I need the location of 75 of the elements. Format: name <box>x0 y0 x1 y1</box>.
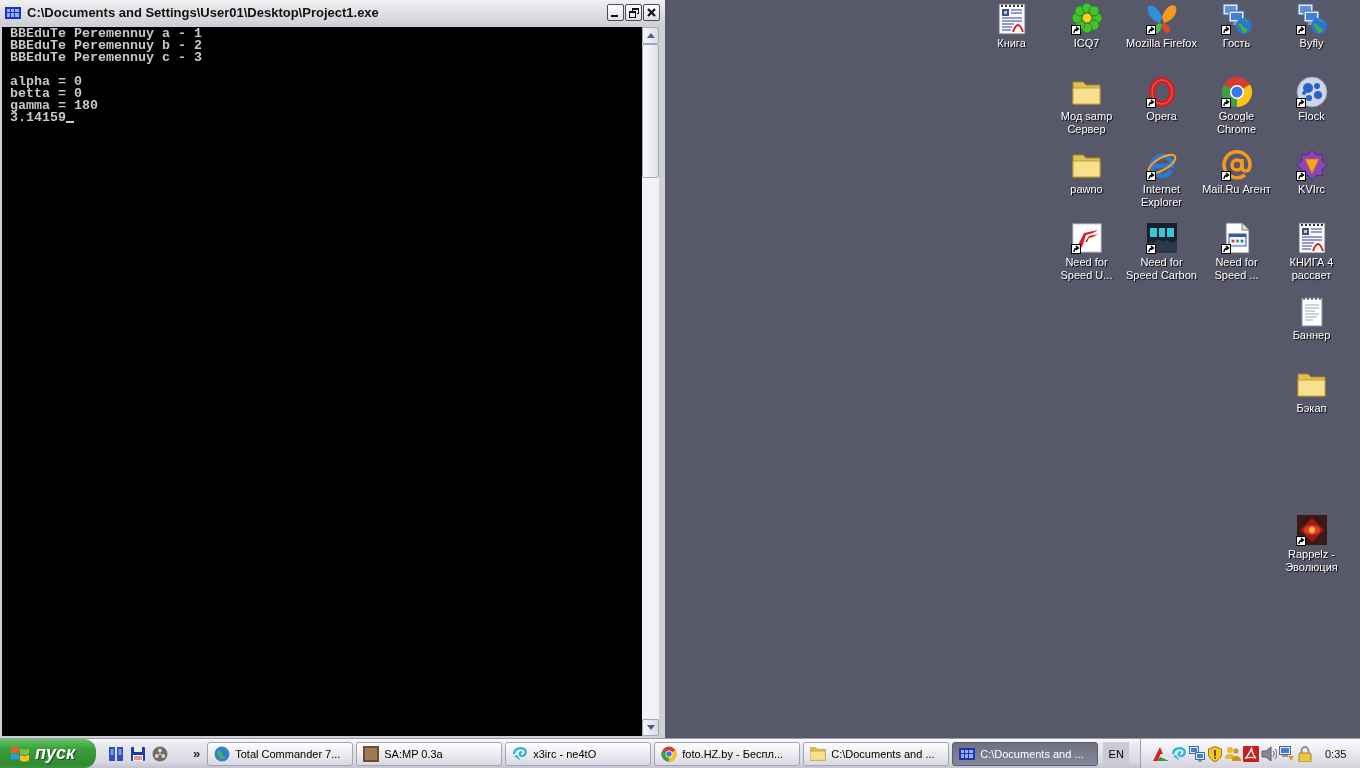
desktop-icon-label[interactable]: КНИГА 4 рассвет <box>1275 256 1348 282</box>
taskbar-button[interactable]: SA:MP 0.3a <box>356 741 503 766</box>
language-indicator[interactable]: EN <box>1103 741 1130 766</box>
desktop-icon-label[interactable]: Мод samp Сервер <box>1050 110 1123 136</box>
folder-icon <box>810 745 827 762</box>
restore-button[interactable] <box>625 4 642 21</box>
desktop-icon-label[interactable]: Byfly <box>1299 37 1324 50</box>
desktop-icon-label[interactable]: Need for Speed Carbon <box>1125 256 1198 282</box>
close-button[interactable] <box>643 4 660 21</box>
console-line: betta = 0 <box>10 88 82 100</box>
film-reel-icon[interactable] <box>152 745 168 762</box>
flower-icon[interactable] <box>1070 3 1103 35</box>
console-line: gamma = 180 <box>10 100 98 112</box>
close-icon <box>647 8 656 17</box>
desktop-icon-label[interactable]: Internet Explorer <box>1125 183 1198 209</box>
start-button[interactable]: пуск <box>0 739 96 768</box>
desktop-icon-label[interactable]: Need for Speed ... <box>1200 256 1273 282</box>
desktop-icon-label[interactable]: Mozilla Firefox <box>1126 37 1197 50</box>
restore-icon <box>628 7 639 18</box>
warning-shield-icon[interactable] <box>1207 745 1223 762</box>
taskbar-button[interactable]: C:\Documents and ... <box>803 741 950 766</box>
desktop-icon-label[interactable]: Rappelz - Эволюция <box>1275 548 1348 574</box>
console-line: BBEduTe Peremennuy c - 3 <box>10 52 202 64</box>
desktop-icon-label[interactable]: pawno <box>1070 183 1103 196</box>
arrow-logo-icon[interactable] <box>1153 745 1169 762</box>
down-arrow-icon <box>646 725 655 730</box>
globe-icon <box>214 745 231 762</box>
desktop-icon-label[interactable]: Need for Speed U... <box>1050 256 1123 282</box>
console-line: 3.14159 <box>10 112 66 124</box>
scroll-up-button[interactable] <box>642 27 659 44</box>
desktop-icon-label[interactable]: Mail.Ru Агент <box>1202 183 1271 196</box>
desktop-icon-label[interactable]: KVIrc <box>1298 183 1325 196</box>
taskbar-button[interactable]: x3irc - ne4tO <box>505 741 652 766</box>
desktop-icon-label[interactable]: Книга <box>997 37 1026 50</box>
document-icon[interactable] <box>1295 222 1328 254</box>
lock-icon[interactable] <box>1297 745 1313 762</box>
desktop-icon-label[interactable]: Гость <box>1222 37 1251 50</box>
desktop-icon-label[interactable]: Flock <box>1298 110 1325 123</box>
grid-app-icon <box>5 6 21 19</box>
flag-icon <box>10 744 30 763</box>
desktop-icon-label[interactable]: ICQ7 <box>1073 37 1100 50</box>
taskbar-button[interactable]: Total Commander 7... <box>207 741 354 766</box>
image-tile-icon <box>363 745 380 762</box>
up-arrow-icon <box>646 33 655 38</box>
swirl-icon <box>512 745 529 762</box>
quick-launch-more-button[interactable]: » <box>190 746 204 761</box>
slash-logo-icon[interactable] <box>1070 222 1103 254</box>
at-sign-icon[interactable] <box>1220 149 1253 181</box>
network-transfer-icon[interactable] <box>1279 745 1295 762</box>
taskbar-button[interactable]: foto.HZ.by - Беспл... <box>654 741 801 766</box>
eye-emblem-icon[interactable] <box>1295 514 1328 546</box>
segmented-circle-icon[interactable] <box>1220 76 1253 108</box>
console-line: BBEduTe Peremennuy b - 2 <box>10 40 202 52</box>
clock: 0:35 <box>1325 747 1347 760</box>
square-logo-icon[interactable] <box>1243 745 1259 762</box>
speaker-icon[interactable] <box>1261 745 1277 762</box>
game-tile-icon[interactable] <box>1145 222 1178 254</box>
dotted-ball-icon[interactable] <box>1295 76 1328 108</box>
segmented-circle-icon <box>661 745 678 762</box>
scrollbar-thumb[interactable] <box>642 44 659 178</box>
desktop-icon-label[interactable]: Google Chrome <box>1200 110 1273 136</box>
document-icon[interactable] <box>995 3 1028 35</box>
window-title: C:\Documents and Settings\User01\Desktop\Project1.exe <box>27 5 380 20</box>
minimize-button[interactable] <box>607 4 624 21</box>
desktop-icon-label[interactable]: Баннер <box>1292 329 1331 342</box>
console-line: BBEduTe Peremennuy a - 1 <box>10 28 202 40</box>
grid-app-icon <box>959 745 976 762</box>
minimize-icon <box>611 15 618 17</box>
console-line: alpha = 0 <box>10 76 82 88</box>
butterfly-icon[interactable] <box>1145 3 1178 35</box>
taskbar-button[interactable]: C:\Documents and ... <box>952 741 1099 766</box>
scroll-down-button[interactable] <box>642 719 659 736</box>
books-icon[interactable] <box>108 745 124 762</box>
desktop-icon-label[interactable]: Opera <box>1146 110 1177 123</box>
desktop-icon-label[interactable]: Бэкап <box>1296 402 1327 415</box>
